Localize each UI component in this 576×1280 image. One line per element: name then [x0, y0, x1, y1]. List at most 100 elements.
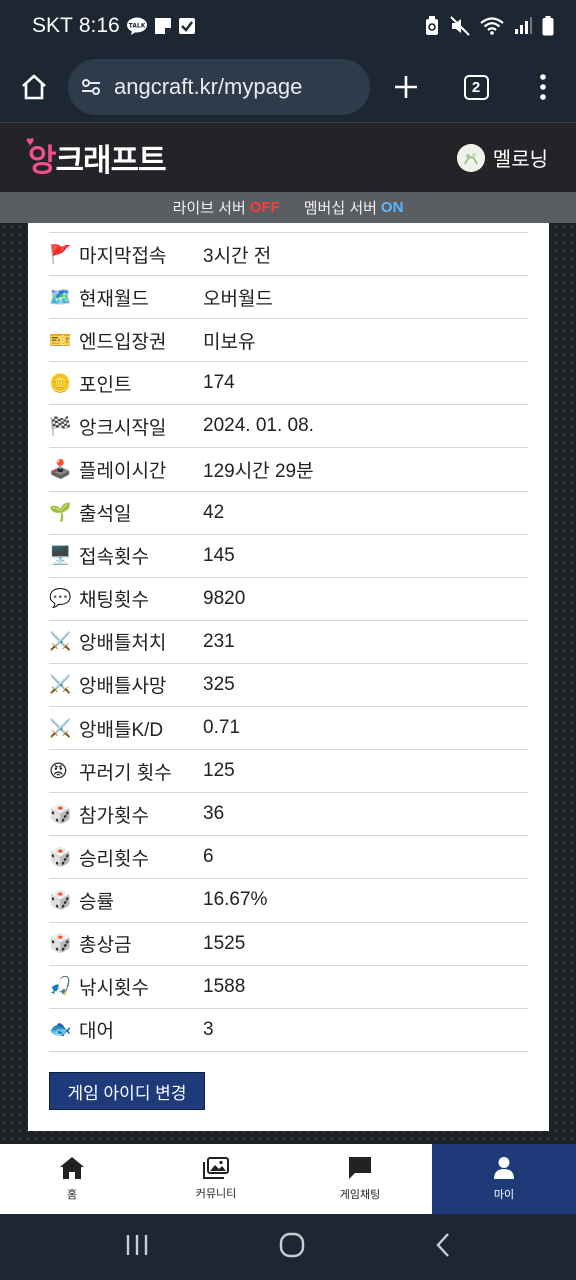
plus-icon: [395, 76, 417, 98]
stat-label: 앙배틀K/D: [79, 719, 164, 741]
stat-label: 현재월드: [79, 288, 149, 310]
stat-icon: 🐟: [49, 1019, 72, 1040]
stat-value: 325: [203, 673, 235, 695]
stat-icon: 🎣: [49, 976, 72, 997]
bottom-nav: 홈 커뮤니티 게임채팅 마이: [0, 1144, 576, 1214]
heart-icon: ♥: [26, 133, 34, 149]
stat-icon: 🎫: [49, 329, 72, 350]
status-bar: SKT 8:16 TALK: [0, 0, 576, 52]
stat-label: 포인트: [79, 374, 132, 396]
stat-row: ⚔️ 앙배틀사망 325: [49, 664, 528, 708]
stat-row: 💬 채팅횟수 9820: [49, 578, 528, 621]
stat-icon: ⚔️: [49, 631, 72, 652]
stat-icon: 🎲: [49, 803, 72, 824]
stat-value: 1525: [203, 932, 246, 954]
images-icon: [203, 1157, 229, 1179]
stat-row: 🎲 참가횟수 36: [49, 793, 528, 837]
stats-table: 🚩 마지막접속 3시간 전 🗺️ 현재월드 오버월드 🎫 엔드입장권 미보유 🪙 포인트 174 🏁 앙크…: [49, 232, 528, 1052]
checkbox-icon: [178, 17, 196, 35]
nav-game-chat[interactable]: 게임채팅: [288, 1144, 432, 1214]
site-settings-icon[interactable]: [80, 76, 102, 98]
stat-row: 😡 꾸러기 횟수 125: [49, 750, 528, 794]
stat-label: 낚시횟수: [79, 978, 149, 1000]
nav-my[interactable]: 마이: [432, 1144, 576, 1214]
membership-server-label: 멤버십 서버: [303, 200, 377, 217]
tab-count: 2: [463, 74, 489, 100]
stat-value: 231: [203, 630, 235, 652]
kakaotalk-icon: TALK: [126, 17, 148, 35]
stat-value: 오버월드: [203, 288, 273, 310]
site-logo[interactable]: ♥ 앙 크래프트: [26, 133, 167, 180]
stat-label: 참가횟수: [79, 805, 149, 827]
stat-icon: 🎲: [49, 933, 72, 954]
stat-row: 🎲 총상금 1525: [49, 923, 528, 966]
nav-my-label: 마이: [493, 1189, 515, 1201]
tab-switcher-button[interactable]: 2: [442, 52, 510, 122]
circle-home-icon: [279, 1232, 305, 1257]
stat-value: 3: [203, 1018, 214, 1040]
recents-icon: [126, 1234, 148, 1255]
stat-label: 출석일: [79, 504, 132, 526]
server-status-bar: 라이브 서버 OFF 멤버십 서버 ON: [0, 192, 576, 223]
browser-menu-button[interactable]: [510, 52, 576, 122]
stat-value: 16.67%: [203, 889, 268, 911]
stat-row: 🎣 낚시횟수 1588: [49, 966, 528, 1009]
stat-label: 승리횟수: [79, 848, 149, 870]
stat-icon: 🕹️: [49, 459, 72, 480]
nav-community-label: 커뮤니티: [195, 1188, 237, 1200]
stat-value: 145: [203, 544, 235, 566]
recycle-icon: [424, 16, 440, 36]
system-back-button[interactable]: [435, 1232, 451, 1263]
stat-icon: ⚔️: [49, 717, 72, 738]
clock: 8:16: [78, 14, 120, 37]
address-bar[interactable]: angcraft.kr/mypage: [68, 59, 370, 115]
home-icon: [22, 74, 46, 100]
browser-home-button[interactable]: [0, 52, 68, 122]
chat-icon: [349, 1157, 371, 1179]
stat-label: 앙배틀처치: [79, 633, 167, 655]
stat-row: 🎫 엔드입장권 미보유: [49, 319, 528, 363]
user-profile[interactable]: 멜로닝: [456, 143, 548, 172]
recent-apps-button[interactable]: [125, 1234, 149, 1261]
stat-label: 마지막접속: [79, 245, 167, 267]
browser-toolbar: angcraft.kr/mypage 2: [0, 52, 576, 122]
stat-label: 승률: [79, 891, 114, 913]
change-game-id-button[interactable]: 게임 아이디 변경: [49, 1072, 205, 1110]
stat-row: ⚔️ 앙배틀처치 231: [49, 621, 528, 664]
stat-icon: 🎲: [49, 846, 72, 867]
battery-icon: [542, 16, 554, 36]
profile-card: 🚩 마지막접속 3시간 전 🗺️ 현재월드 오버월드 🎫 엔드입장권 미보유 🪙 포인트 174 🏁 앙크…: [28, 223, 549, 1131]
url-text: angcraft.kr/mypage: [114, 74, 303, 99]
nav-community[interactable]: 커뮤니티: [144, 1144, 288, 1214]
nav-home[interactable]: 홈: [0, 1144, 144, 1214]
stat-value: 9820: [203, 587, 246, 609]
carrier-label: SKT: [32, 14, 73, 37]
note-icon: [154, 17, 172, 35]
stat-icon: 🖥️: [49, 545, 72, 566]
stat-icon: 🗺️: [49, 286, 72, 307]
signal-icon: [514, 17, 532, 35]
system-home-button[interactable]: [279, 1232, 305, 1263]
stat-icon: 🌱: [49, 502, 72, 523]
site-header: ♥ 앙 크래프트 멜로닝: [0, 122, 576, 192]
mute-icon: [450, 16, 470, 36]
stat-icon: 😡: [49, 760, 68, 781]
stat-value: 36: [203, 803, 225, 825]
wifi-icon: [480, 16, 504, 36]
membership-server-status: ON: [380, 199, 404, 216]
stat-row: 🪙 포인트 174: [49, 362, 528, 406]
stat-label: 앙배틀사망: [79, 676, 167, 698]
stat-label: 총상금: [79, 935, 132, 957]
stat-row: 🎲 승률 16.67%: [49, 879, 528, 923]
stat-row: ⚔️ 앙배틀K/D 0.71: [49, 707, 528, 751]
back-icon: [436, 1232, 449, 1257]
stat-label: 꾸러기 횟수: [79, 762, 172, 784]
stat-value: 6: [203, 846, 214, 868]
system-nav-bar: [0, 1214, 576, 1280]
live-server-status: OFF: [249, 199, 280, 216]
stat-label: 엔드입장권: [79, 331, 167, 353]
nav-home-label: 홈: [66, 1189, 78, 1201]
home-icon: [60, 1157, 84, 1179]
new-tab-button[interactable]: [370, 52, 442, 122]
stat-value: 174: [203, 372, 235, 394]
